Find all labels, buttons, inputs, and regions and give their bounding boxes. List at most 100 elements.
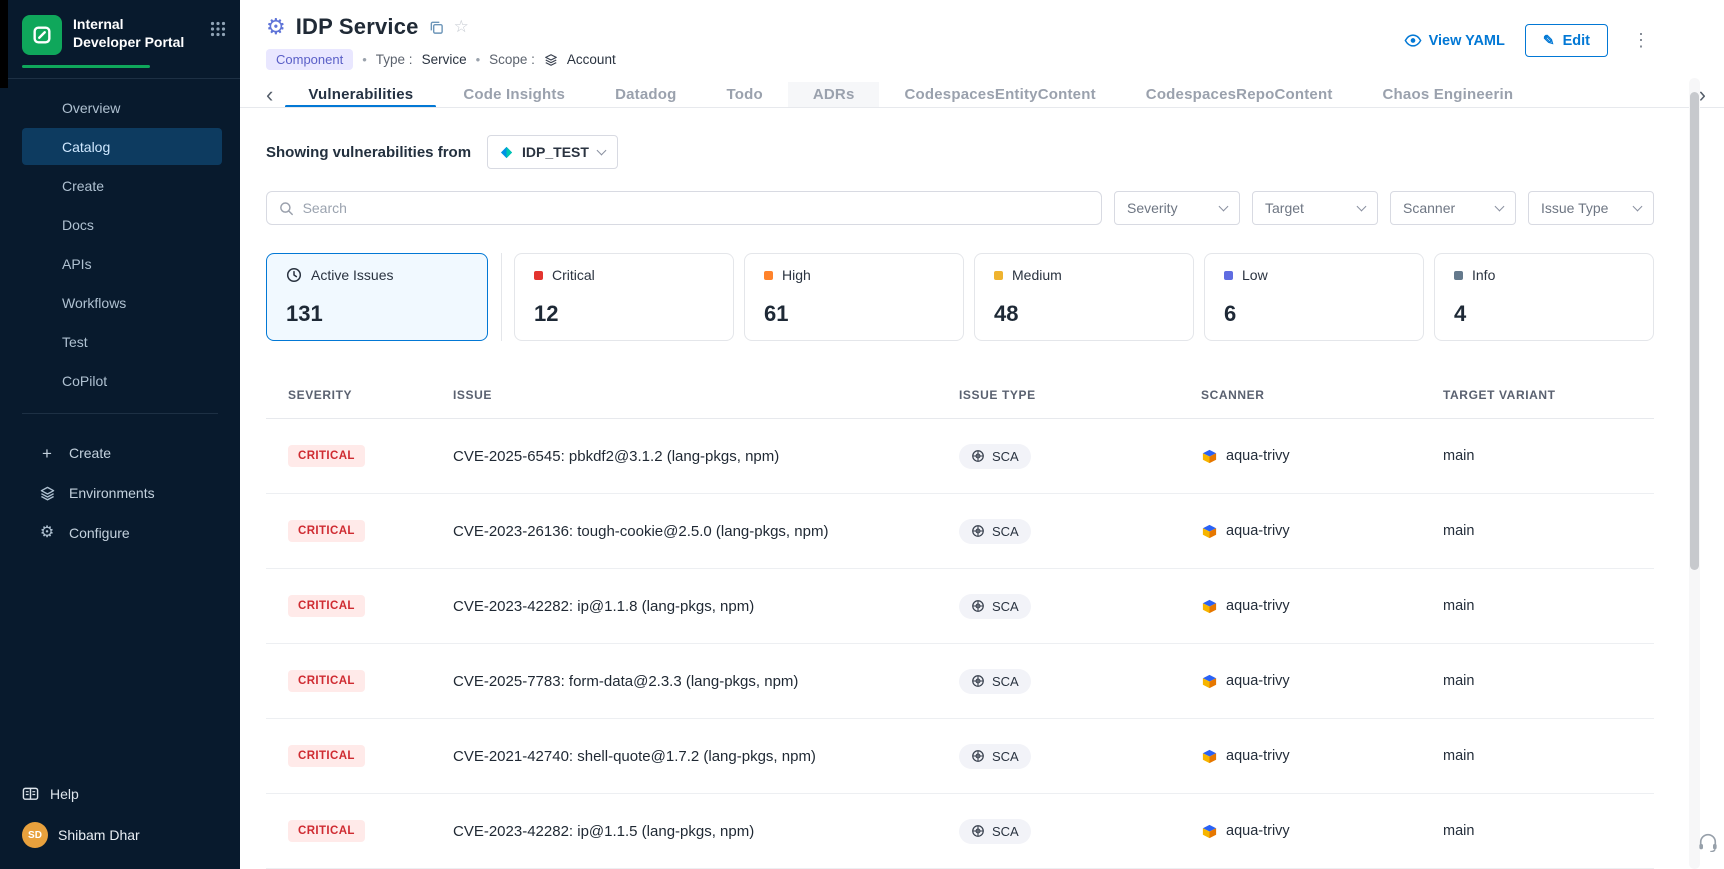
issue-type-pill: SCA bbox=[959, 444, 1031, 469]
entity-type-gear-icon: ⚙ bbox=[266, 16, 286, 38]
plus-icon: + bbox=[38, 445, 56, 462]
table-row[interactable]: CRITICAL CVE-2025-7783: form-data@2.3.3 … bbox=[266, 644, 1654, 719]
dot-separator: • bbox=[476, 52, 481, 67]
high-severity-square-icon bbox=[764, 271, 773, 280]
avatar: SD bbox=[22, 822, 48, 848]
severity-filter-select[interactable]: Severity bbox=[1114, 191, 1240, 225]
target-filter-select[interactable]: Target bbox=[1252, 191, 1378, 225]
column-header-scanner: SCANNER bbox=[1201, 388, 1443, 402]
sidebar-item-overview[interactable]: Overview bbox=[22, 89, 222, 126]
brand-logo[interactable] bbox=[22, 15, 62, 55]
sidebar-item-docs[interactable]: Docs bbox=[22, 206, 222, 243]
target-variant-cell: main bbox=[1443, 523, 1654, 539]
scanner-filter-select[interactable]: Scanner bbox=[1390, 191, 1516, 225]
critical-card[interactable]: Critical 12 bbox=[514, 253, 734, 341]
high-card[interactable]: High 61 bbox=[744, 253, 964, 341]
sidebar-item-apis[interactable]: APIs bbox=[22, 245, 222, 282]
table-row[interactable]: CRITICAL CVE-2025-6545: pbkdf2@3.1.2 (la… bbox=[266, 419, 1654, 494]
sidebar-item-create[interactable]: Create bbox=[22, 167, 222, 204]
sca-icon bbox=[971, 599, 985, 613]
chevron-down-icon bbox=[1495, 201, 1505, 211]
vertical-scrollbar-thumb[interactable] bbox=[1690, 92, 1699, 570]
sidebar-action-create[interactable]: + Create bbox=[22, 434, 222, 472]
sidebar-action-configure[interactable]: ⚙ Configure bbox=[22, 514, 222, 552]
info-card[interactable]: Info 4 bbox=[1434, 253, 1654, 341]
low-severity-square-icon bbox=[1224, 271, 1233, 280]
issue-type-pill: SCA bbox=[959, 519, 1031, 544]
scanner-cell: aqua-trivy bbox=[1201, 448, 1443, 465]
help-button[interactable]: Help bbox=[22, 775, 218, 813]
search-icon bbox=[279, 201, 294, 216]
critical-severity-square-icon bbox=[534, 271, 543, 280]
project-icon bbox=[500, 146, 513, 159]
search-input[interactable] bbox=[303, 200, 1089, 216]
low-label: Low bbox=[1242, 267, 1268, 283]
medium-card[interactable]: Medium 48 bbox=[974, 253, 1194, 341]
issue-type-label: SCA bbox=[992, 674, 1019, 689]
tab-codespaces-entity-content[interactable]: CodespacesEntityContent bbox=[879, 82, 1120, 107]
more-options-kebab-icon[interactable]: ⋮ bbox=[1628, 30, 1654, 51]
edit-button[interactable]: ✎ Edit bbox=[1525, 24, 1608, 57]
issue-type-label: SCA bbox=[992, 824, 1019, 839]
tab-code-insights[interactable]: Code Insights bbox=[438, 82, 590, 107]
edit-label: Edit bbox=[1563, 33, 1590, 49]
low-card[interactable]: Low 6 bbox=[1204, 253, 1424, 341]
table-row[interactable]: CRITICAL CVE-2023-26136: tough-cookie@2.… bbox=[266, 494, 1654, 569]
sidebar-divider bbox=[22, 413, 218, 414]
support-widget-button[interactable] bbox=[1697, 832, 1719, 857]
issue-cell: CVE-2023-42282: ip@1.1.5 (lang-pkgs, npm… bbox=[453, 823, 959, 840]
tab-datadog[interactable]: Datadog bbox=[590, 82, 701, 107]
scanner-cell: aqua-trivy bbox=[1201, 823, 1443, 840]
tab-codespaces-repo-content[interactable]: CodespacesRepoContent bbox=[1121, 82, 1358, 107]
active-issues-clock-icon bbox=[286, 267, 302, 283]
help-label: Help bbox=[50, 786, 79, 802]
table-row[interactable]: CRITICAL CVE-2023-42282: ip@1.1.5 (lang-… bbox=[266, 794, 1654, 869]
entity-tabs: ‹ Vulnerabilities Code Insights Datadog … bbox=[240, 82, 1724, 108]
type-value: Service bbox=[422, 52, 467, 67]
target-filter-label: Target bbox=[1265, 200, 1304, 216]
tabs-scroll-left-chevron-icon[interactable]: ‹ bbox=[256, 84, 283, 106]
target-project-select[interactable]: IDP_TEST bbox=[487, 135, 618, 169]
type-label: Type : bbox=[376, 52, 413, 67]
apps-grid-icon bbox=[210, 21, 226, 37]
sidebar-actions: + Create Environments ⚙ Configure bbox=[0, 424, 240, 556]
sidebar-action-label: Create bbox=[69, 445, 111, 461]
severity-filter-label: Severity bbox=[1127, 200, 1178, 216]
tab-vulnerabilities[interactable]: Vulnerabilities bbox=[283, 82, 438, 107]
tab-todo[interactable]: Todo bbox=[702, 82, 788, 107]
issue-type-pill: SCA bbox=[959, 669, 1031, 694]
issue-type-label: SCA bbox=[992, 749, 1019, 764]
user-menu[interactable]: SD Shibam Dhar bbox=[22, 813, 218, 857]
sidebar-action-label: Configure bbox=[69, 525, 130, 541]
scanner-label: aqua-trivy bbox=[1226, 823, 1290, 839]
active-issues-card[interactable]: Active Issues 131 bbox=[266, 253, 488, 341]
view-yaml-button[interactable]: View YAML bbox=[1404, 33, 1505, 49]
scanner-label: aqua-trivy bbox=[1226, 673, 1290, 689]
tab-chaos-engineering[interactable]: Chaos Engineerin bbox=[1358, 82, 1539, 107]
entity-header-left: ⚙ IDP Service ☆ Component • Type : Servi… bbox=[266, 14, 616, 70]
apps-grid-button[interactable] bbox=[210, 21, 226, 42]
info-severity-square-icon bbox=[1454, 271, 1463, 280]
sidebar-item-test[interactable]: Test bbox=[22, 323, 222, 360]
sidebar-item-catalog[interactable]: Catalog bbox=[22, 128, 222, 165]
copy-name-button[interactable] bbox=[429, 20, 444, 35]
entity-header: ⚙ IDP Service ☆ Component • Type : Servi… bbox=[240, 0, 1724, 70]
sidebar-item-copilot[interactable]: CoPilot bbox=[22, 362, 222, 399]
scope-value: Account bbox=[567, 52, 616, 67]
sidebar-action-environments[interactable]: Environments bbox=[22, 474, 222, 512]
issue-cell: CVE-2025-6545: pbkdf2@3.1.2 (lang-pkgs, … bbox=[453, 448, 959, 465]
scope-account-icon bbox=[544, 53, 558, 67]
column-header-target-variant: TARGET VARIANT bbox=[1443, 388, 1654, 402]
scanner-filter-label: Scanner bbox=[1403, 200, 1455, 216]
sidebar-item-workflows[interactable]: Workflows bbox=[22, 284, 222, 321]
active-issues-label: Active Issues bbox=[311, 267, 393, 283]
table-row[interactable]: CRITICAL CVE-2021-42740: shell-quote@1.7… bbox=[266, 719, 1654, 794]
sidebar-nav: Overview Catalog Create Docs APIs Workfl… bbox=[0, 79, 240, 403]
issue-type-filter-select[interactable]: Issue Type bbox=[1528, 191, 1654, 225]
tab-adrs[interactable]: ADRs bbox=[788, 82, 880, 107]
favorite-star-icon[interactable]: ☆ bbox=[454, 17, 469, 37]
medium-label: Medium bbox=[1012, 267, 1062, 283]
vertical-scrollbar-track[interactable] bbox=[1689, 78, 1700, 869]
table-row[interactable]: CRITICAL CVE-2023-42282: ip@1.1.8 (lang-… bbox=[266, 569, 1654, 644]
cards-divider bbox=[501, 253, 502, 341]
